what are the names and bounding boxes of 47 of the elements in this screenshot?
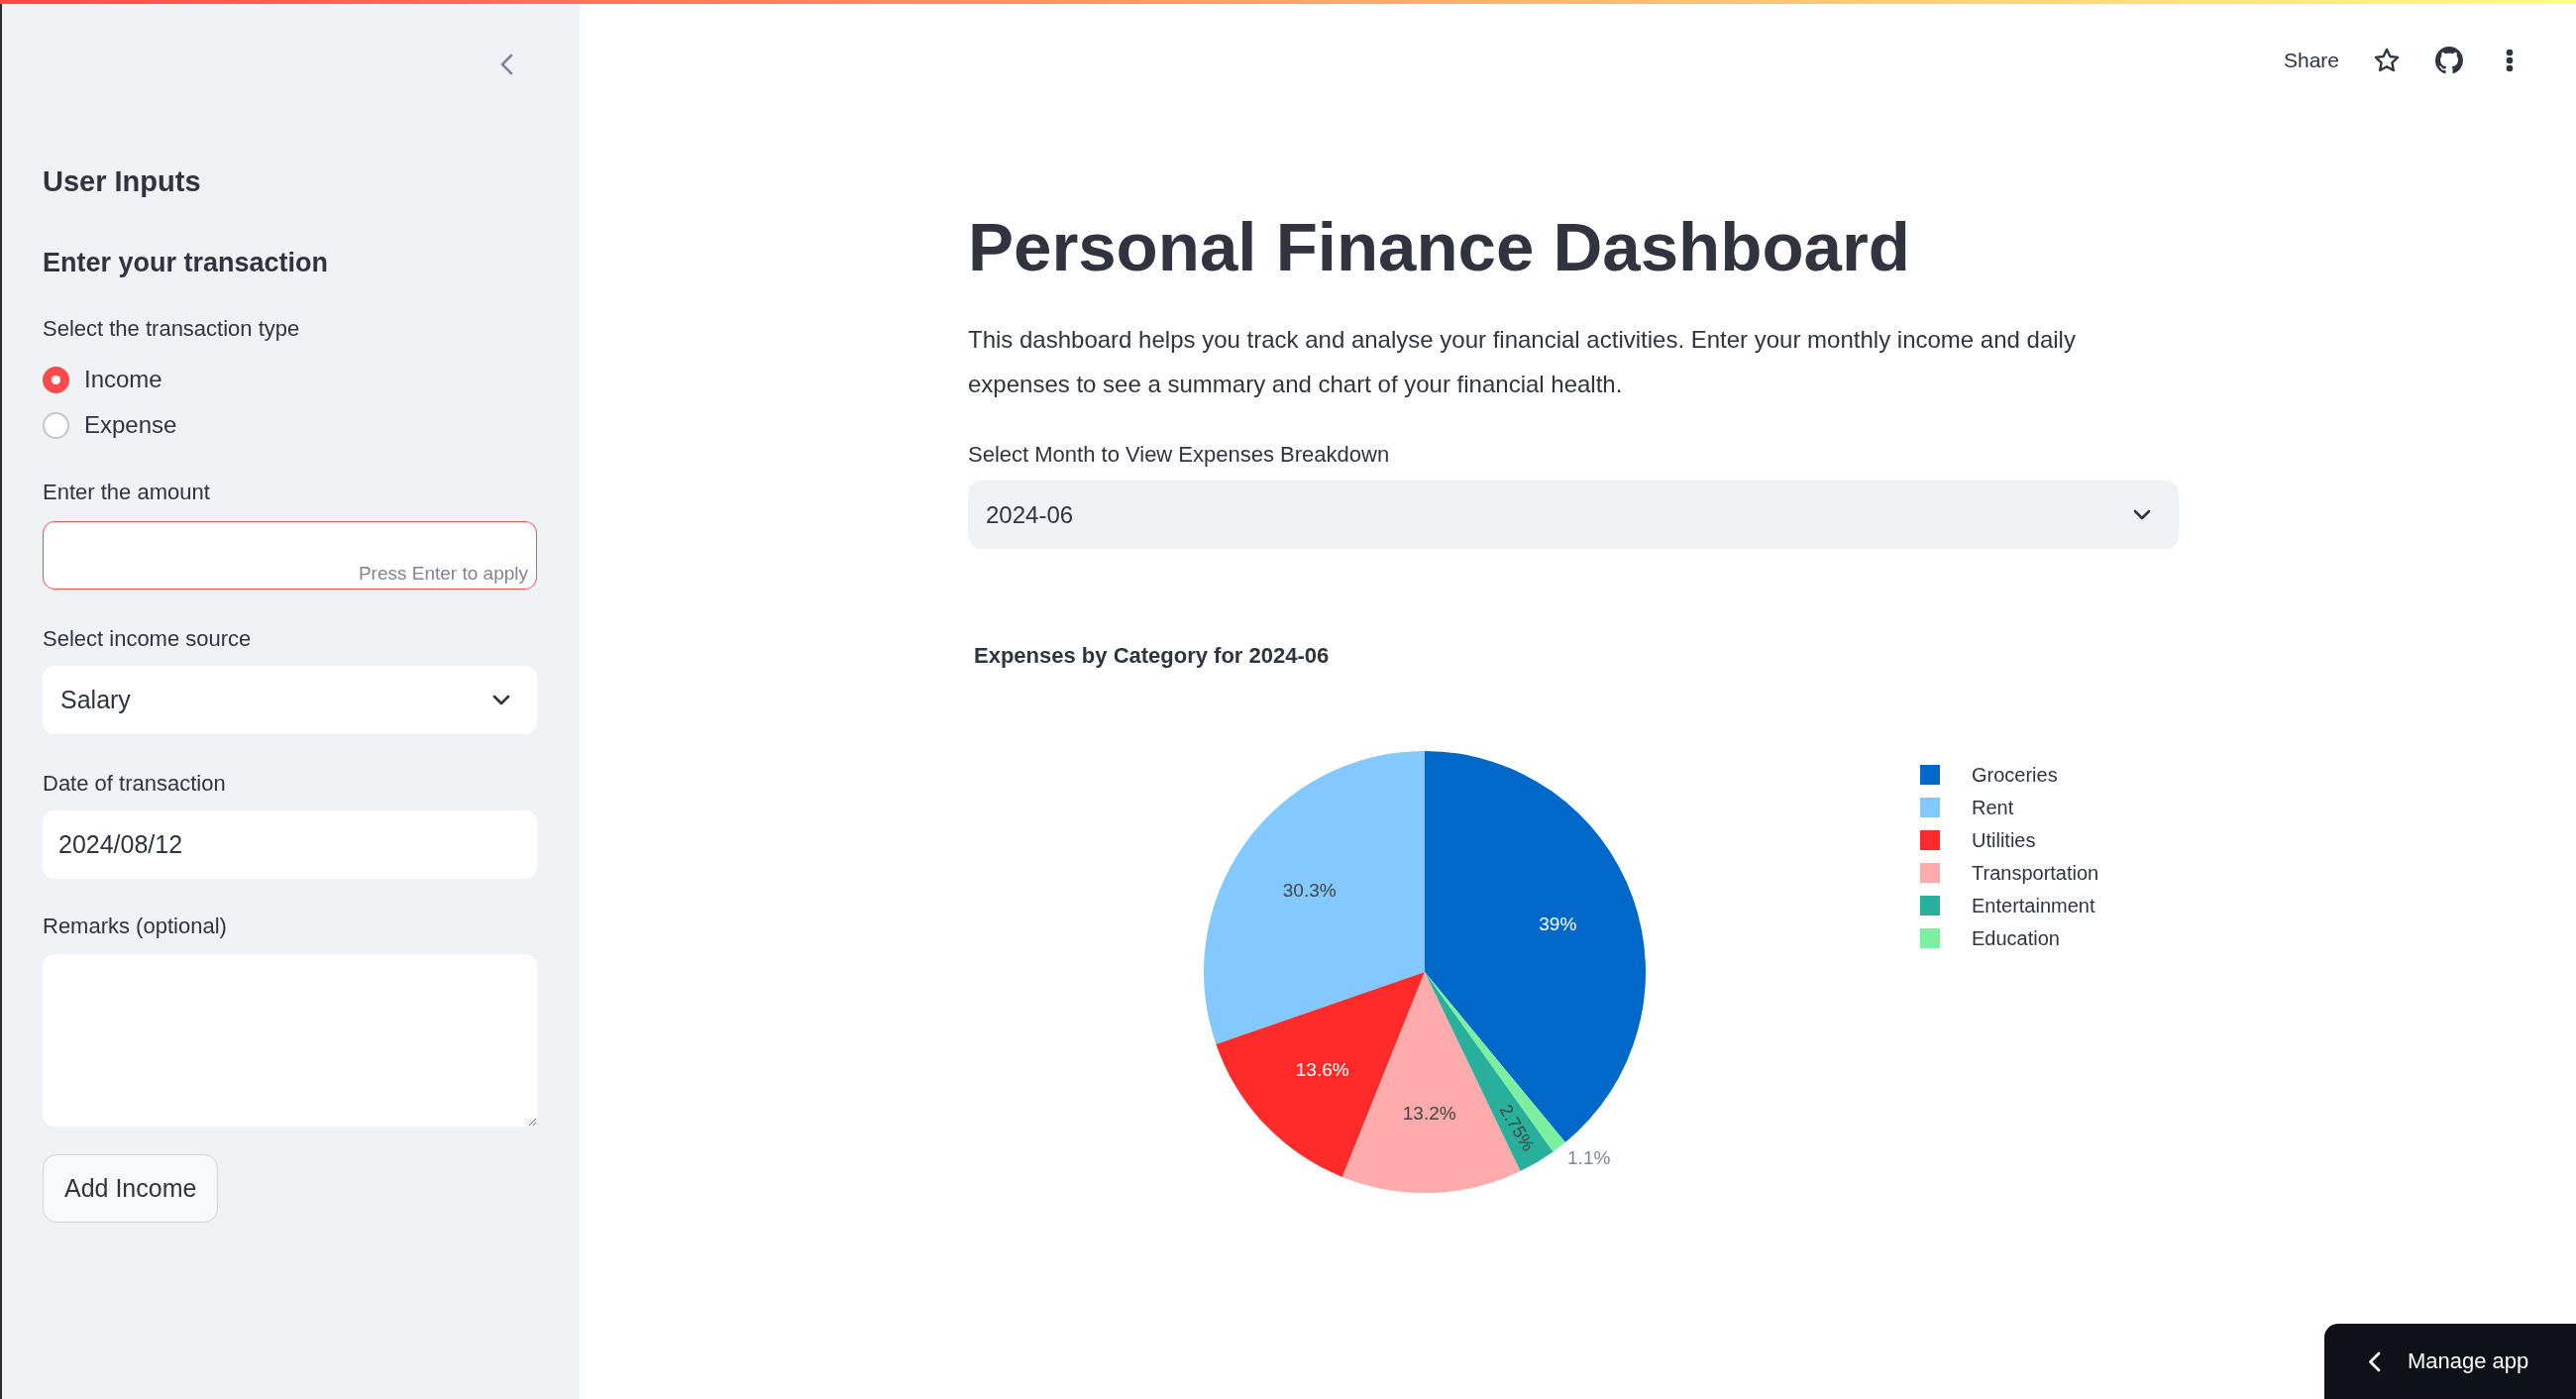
month-dropdown[interactable]: 2024-06 [968,481,2179,549]
slice-label: 13.6% [1295,1058,1349,1080]
amount-input[interactable]: Press Enter to apply [43,521,537,590]
star-icon[interactable] [2374,48,2400,73]
page-description: This dashboard helps you track and analyse your financial activities. Enter your monthly income and daily expenses to see a summary and chart of your financial health. [968,325,2077,399]
field-label: Date of transaction [43,770,227,798]
input-hint: Press Enter to apply [358,562,528,586]
legend-label[interactable]: Groceries [1972,764,2058,786]
legend-label[interactable]: Utilities [1972,829,2036,851]
legend-swatch-icon [1920,798,1940,817]
page-title: Personal Finance Dashboard [968,208,1911,287]
radio-button[interactable] [43,411,69,439]
field-label: Remarks (optional) [43,913,228,940]
chevron-down-icon [2133,509,2151,520]
chevron-left-icon [2368,1350,2381,1372]
income-source-dropdown[interactable]: Salary [43,666,537,734]
slice-label: 30.3% [1282,879,1337,901]
legend-label[interactable]: Education [1972,927,2060,949]
share-button[interactable]: Share [2283,49,2339,72]
field-label: Select Month to View Expenses Breakdown [968,441,1391,469]
radio-label[interactable]: Income [84,366,162,393]
sidebar-heading: User Inputs [43,164,202,199]
field-label: Enter the amount [43,479,211,506]
manage-app-button[interactable]: Manage app [2324,1324,2576,1399]
legend-swatch-icon [1920,928,1940,948]
radio-label[interactable]: Expense [84,411,177,439]
chart-title: Expenses by Category for 2024-06 [974,642,1330,668]
section-heading: Enter your transaction [43,247,330,278]
date-input[interactable]: 2024/08/12 [43,810,537,879]
field-label: Select the transaction type [43,315,301,343]
field-label: Select income source [43,625,253,653]
slice-label: 1.1% [1567,1146,1611,1168]
legend-label[interactable]: Rent [1972,797,2014,818]
legend-label[interactable]: Entertainment [1972,895,2095,916]
slice-label: 13.2% [1402,1103,1456,1125]
legend-label[interactable]: Transportation [1972,862,2099,884]
slice-label: 39% [1539,914,1577,935]
github-icon[interactable] [2435,47,2463,74]
legend-swatch-icon [1920,830,1940,850]
legend-swatch-icon [1920,765,1940,785]
chevron-left-icon[interactable] [500,54,513,75]
legend-swatch-icon [1920,896,1940,915]
chevron-down-icon [492,695,510,705]
add-income-button[interactable]: Add Income [43,1154,219,1223]
radio-button[interactable] [43,366,69,393]
more-menu-icon[interactable] [2506,49,2514,72]
legend-swatch-icon [1920,863,1940,883]
